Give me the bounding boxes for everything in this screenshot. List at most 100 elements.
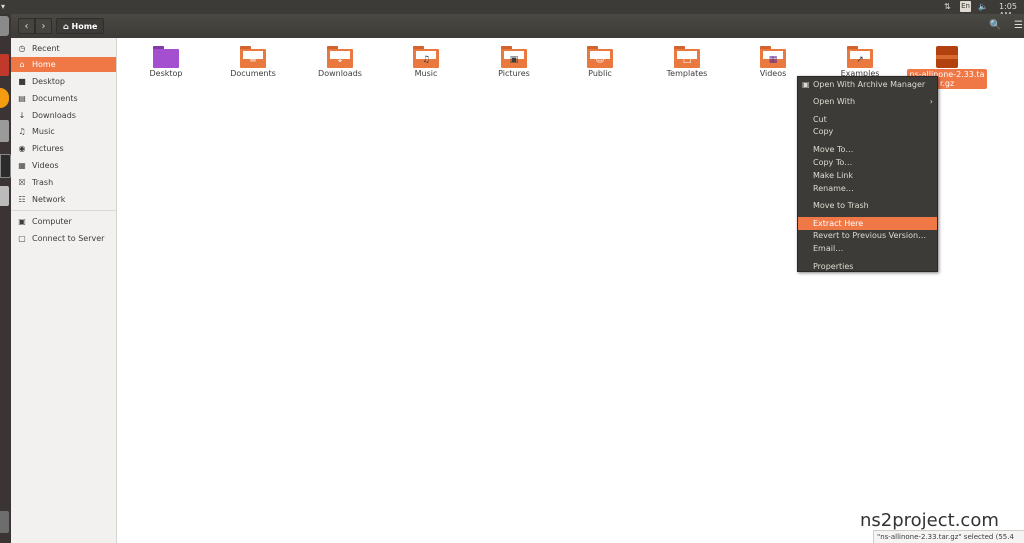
menu-item-copy-to[interactable]: Copy To…	[798, 156, 937, 169]
sidebar-item-label: Recent	[32, 44, 60, 53]
file-label: Documents	[230, 69, 276, 78]
menu-item-move-to-trash[interactable]: Move to Trash	[798, 199, 937, 212]
computer-icon: ▣	[18, 217, 26, 226]
sidebar-item-recent[interactable]: ◷ Recent	[11, 41, 116, 56]
sidebar-item-computer[interactable]: ▣ Computer	[11, 214, 116, 229]
context-menu: ▣ Open With Archive Manager Open With › …	[797, 76, 938, 272]
menu-item-label: Copy	[813, 127, 834, 136]
menu-item-make-link[interactable]: Make Link	[798, 169, 937, 182]
panel-menu-glyph[interactable]: ▾	[1, 2, 5, 11]
settings-icon[interactable]	[0, 120, 9, 142]
music-icon: ♫	[18, 127, 26, 136]
ubuntu-software-icon[interactable]	[0, 186, 9, 206]
toolbar: ‹ › ⌂ Home 🔍 ☰	[11, 14, 1024, 38]
file-item-music[interactable]: ♫ Music	[386, 38, 466, 78]
path-bar-home-button[interactable]: ⌂ Home	[56, 18, 105, 34]
view-menu-icon[interactable]: ☰	[1010, 18, 1024, 34]
menu-item-copy[interactable]: Copy	[798, 125, 937, 138]
sidebar-item-label: Documents	[32, 94, 78, 103]
sidebar-item-documents[interactable]: ▤ Documents	[11, 91, 116, 106]
file-item-videos[interactable]: ▦ Videos	[733, 38, 813, 78]
menu-item-revert-to-previous-version[interactable]: Revert to Previous Version…	[798, 229, 937, 242]
keyboard-language-indicator[interactable]: En	[960, 1, 971, 12]
menu-item-rename[interactable]: Rename…	[798, 182, 937, 195]
menu-item-label: Copy To…	[813, 158, 853, 167]
back-button[interactable]: ‹	[18, 18, 35, 34]
music-folder-icon: ♫	[413, 46, 439, 68]
sidebar-item-label: Desktop	[32, 77, 65, 86]
trash-icon[interactable]	[0, 511, 9, 533]
menu-item-open-with[interactable]: Open With ›	[798, 95, 937, 108]
file-label: Pictures	[498, 69, 530, 78]
file-item-desktop[interactable]: Desktop	[126, 38, 206, 78]
downloads-folder-icon: ↓	[327, 46, 353, 68]
sidebar-item-connect-to-server[interactable]: ▢ Connect to Server	[11, 231, 116, 246]
sidebar-item-label: Network	[32, 195, 66, 204]
file-label: Templates	[666, 69, 708, 78]
videos-icon: ▦	[18, 161, 26, 170]
file-item-public[interactable]: ☺ Public	[560, 38, 640, 78]
watermark-text: ns2project.com	[860, 510, 999, 531]
pictures-folder-icon: ▣	[501, 46, 527, 68]
menu-item-label: Email…	[813, 244, 844, 253]
volume-icon[interactable]: 🔈	[978, 2, 988, 11]
menu-item-label: Revert to Previous Version…	[813, 231, 927, 240]
templates-folder-icon: □	[674, 46, 700, 68]
sidebar-item-label: Connect to Server	[32, 234, 105, 243]
sidebar-item-videos[interactable]: ▦ Videos	[11, 158, 116, 173]
sidebar-item-music[interactable]: ♫ Music	[11, 124, 116, 139]
sidebar-item-home[interactable]: ⌂ Home	[11, 57, 116, 72]
file-label: Public	[588, 69, 612, 78]
search-icon[interactable]: 🔍	[987, 18, 1004, 34]
file-item-downloads[interactable]: ↓ Downloads	[300, 38, 380, 78]
file-label: Desktop	[149, 69, 183, 78]
forward-button[interactable]: ›	[35, 18, 52, 34]
sidebar-item-label: Videos	[32, 161, 59, 170]
sidebar-item-downloads[interactable]: ↓ Downloads	[11, 108, 116, 123]
desktop-folder-icon	[153, 46, 179, 68]
network-icon: ☷	[18, 195, 26, 204]
menu-item-open-with-archive-manager[interactable]: ▣ Open With Archive Manager	[798, 78, 937, 91]
home-icon: ⌂	[19, 60, 25, 69]
sidebar-item-desktop[interactable]: ■ Desktop	[11, 74, 116, 89]
file-label: Downloads	[318, 69, 362, 78]
sidebar-item-label: Downloads	[32, 111, 76, 120]
examples-folder-icon: ↗	[847, 46, 873, 68]
menu-item-label: Move to Trash	[813, 201, 869, 210]
documents-icon: ▤	[18, 94, 26, 103]
sidebar-divider	[11, 210, 116, 211]
file-item-pictures[interactable]: ▣ Pictures	[474, 38, 554, 78]
sidebar-item-trash[interactable]: ☒ Trash	[11, 175, 116, 190]
menu-item-label: Rename…	[813, 184, 854, 193]
menu-item-label: Open With	[813, 97, 856, 106]
sidebar-item-label: Music	[32, 127, 55, 136]
submenu-arrow-icon: ›	[929, 97, 933, 106]
menu-item-properties[interactable]: Properties	[798, 260, 937, 273]
menu-item-move-to[interactable]: Move To…	[798, 143, 937, 156]
documents-folder-icon: ≡	[240, 46, 266, 68]
path-bar-label: Home	[71, 22, 98, 31]
terminal-icon[interactable]	[0, 154, 11, 178]
files-icon[interactable]	[0, 54, 9, 76]
status-bar: "ns-allinone-2.33.tar.gz" selected (55.4	[873, 530, 1024, 543]
firefox-icon[interactable]	[0, 88, 9, 108]
menu-item-label: Properties	[813, 262, 854, 271]
network-icon[interactable]: ⇅	[944, 2, 951, 11]
desktop-icon: ■	[18, 77, 26, 86]
file-item-documents[interactable]: ≡ Documents	[213, 38, 293, 78]
sidebar: ◷ Recent ⌂ Home ■ Desktop ▤ Documents ↓ …	[11, 38, 117, 543]
trash-icon: ☒	[18, 178, 26, 187]
sidebar-item-pictures[interactable]: ◉ Pictures	[11, 141, 116, 156]
server-icon: ▢	[18, 234, 26, 243]
archive-manager-icon: ▣	[802, 80, 810, 89]
sidebar-item-network[interactable]: ☷ Network	[11, 192, 116, 207]
public-folder-icon: ☺	[587, 46, 613, 68]
file-item-templates[interactable]: □ Templates	[647, 38, 727, 78]
home-folder-icon[interactable]	[0, 16, 9, 36]
archive-icon	[936, 46, 958, 68]
menu-item-email[interactable]: Email…	[798, 242, 937, 255]
menu-item-label: Open With Archive Manager	[813, 80, 926, 89]
file-label: Music	[414, 69, 438, 78]
menu-item-label: Move To…	[813, 145, 854, 154]
file-item-examples[interactable]: ↗ Examples	[820, 38, 900, 78]
